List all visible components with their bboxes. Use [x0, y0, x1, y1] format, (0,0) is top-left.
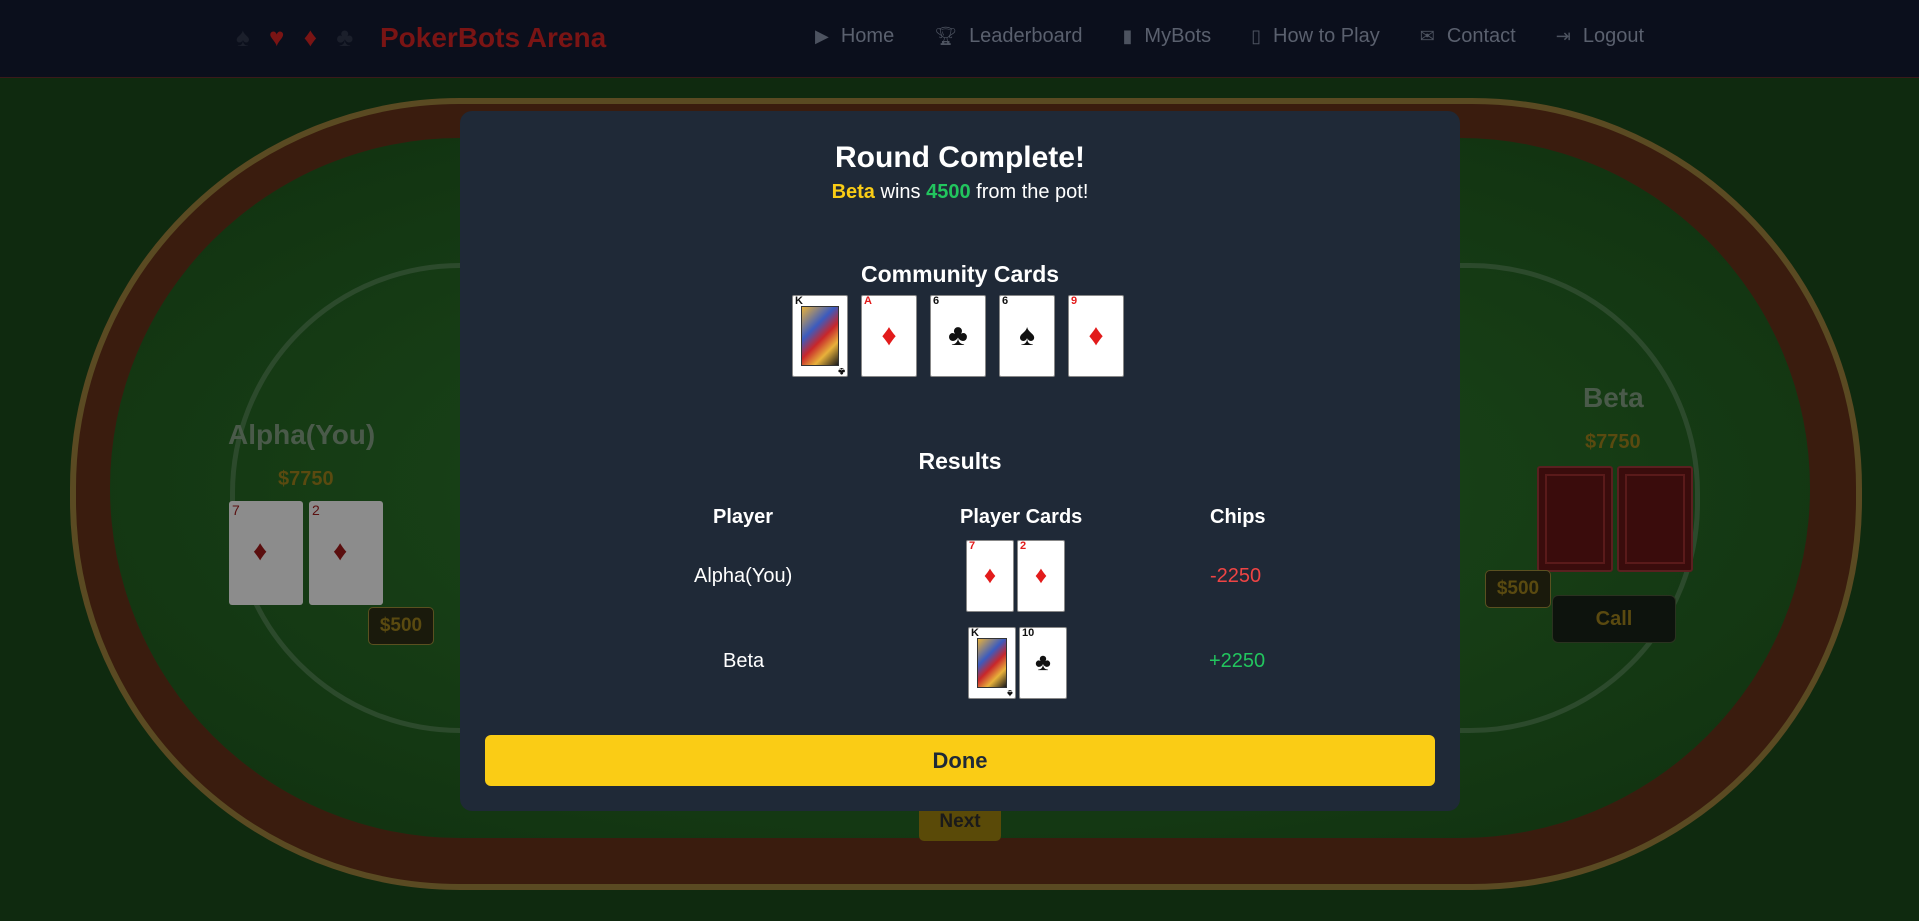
heart-icon: ♥ [269, 22, 291, 52]
club-icon: ♣ [837, 365, 845, 377]
player-card: 2 ♦ [1017, 540, 1065, 612]
left-player-name: Alpha(You) [228, 419, 376, 450]
player-card: K ♠ [968, 627, 1016, 699]
club-icon: ♣ [336, 22, 360, 52]
right-player-bet: $500 [1485, 570, 1551, 608]
left-player-card-1: 7 ♦ [229, 501, 303, 605]
spade-icon: ♠ [236, 22, 256, 52]
header-player: Player [713, 506, 774, 528]
diamond-icon: ♦ [253, 535, 268, 566]
right-player-card-back-1 [1537, 466, 1613, 572]
club-icon: ♣ [1035, 649, 1051, 676]
round-complete-modal: Round Complete! Beta wins 4500 from the … [460, 111, 1460, 811]
envelope-icon: ✉ [1419, 26, 1435, 46]
pot-amount: 4500 [926, 181, 971, 203]
call-button[interactable]: Call [1552, 595, 1676, 643]
nav-contact[interactable]: ✉ Contact [1420, 25, 1516, 48]
book-icon: ▯ [1251, 26, 1261, 46]
card-rank: 6 [933, 295, 940, 307]
navbar: ♠ ♥ ♦ ♣ PokerBots Arena ▶ Home 🏆︎ Leader… [0, 0, 1919, 78]
player-card: 7 ♦ [966, 540, 1014, 612]
left-player-chips: $7750 [278, 468, 334, 490]
play-icon: ▶ [815, 26, 829, 46]
card-rank: 6 [1002, 295, 1009, 307]
card-rank: 10 [1022, 627, 1035, 639]
diamond-icon: ♦ [333, 535, 348, 566]
left-player-bet: $500 [368, 607, 434, 645]
nav-contact-label: Contact [1446, 25, 1516, 47]
nav-how-to-play-label: How to Play [1273, 25, 1380, 47]
card-rank: 2 [312, 502, 320, 518]
row-2-chips: +2250 [1209, 650, 1266, 672]
row-1-cards: 7 ♦ 2 ♦ [966, 540, 1065, 612]
player-card: 10 ♣ [1019, 627, 1067, 699]
card-rank: A [864, 295, 872, 307]
brand-suits-logo: ♠ ♥ ♦ ♣ [236, 22, 359, 53]
card-rank: 9 [1071, 295, 1078, 307]
community-card-3: 6 ♣ [930, 295, 986, 377]
nav-logout-label: Logout [1582, 25, 1645, 47]
diamond-icon: ♦ [983, 562, 997, 589]
brand-title[interactable]: PokerBots Arena [380, 22, 606, 54]
diamond-icon: ♦ [1034, 562, 1048, 589]
diamond-icon: ♦ [303, 22, 323, 52]
right-player-name: Beta [1583, 382, 1644, 413]
community-card-4: 6 ♠ [999, 295, 1055, 377]
nav-leaderboard[interactable]: 🏆︎ Leaderboard [934, 25, 1082, 48]
diamond-icon: ♦ [1088, 319, 1104, 352]
spade-icon: ♠ [1007, 687, 1013, 699]
header-chips: Chips [1210, 506, 1266, 528]
king-face-art [977, 638, 1007, 688]
nav-home-label: Home [840, 25, 895, 47]
community-cards-title: Community Cards [860, 261, 1060, 287]
pot-suffix: from the pot! [976, 181, 1089, 203]
header-player-cards: Player Cards [960, 506, 1083, 528]
nav-logout[interactable]: ⇥ Logout [1556, 25, 1644, 48]
community-card-5: 9 ♦ [1068, 295, 1124, 377]
nav-mybots-label: MyBots [1144, 25, 1212, 47]
right-player-card-back-2 [1617, 466, 1693, 572]
card-rank: 7 [232, 502, 240, 518]
king-face-art [801, 306, 839, 366]
winner-summary: Beta wins 4500 from the pot! [460, 181, 1460, 204]
modal-title: Round Complete! [835, 141, 1085, 174]
community-cards: K ♣ A ♦ 6 ♣ 6 ♠ 9 ♦ [792, 295, 1124, 377]
wins-text: wins [880, 181, 921, 203]
left-player-card-2: 2 ♦ [309, 501, 383, 605]
trophy-icon: 🏆︎ [934, 26, 958, 46]
row-1-player: Alpha(You) [694, 565, 793, 587]
row-2-cards: K ♠ 10 ♣ [968, 627, 1067, 699]
winner-name: Beta [831, 181, 875, 203]
nav-menu: ▶ Home 🏆︎ Leaderboard ▮ MyBots ▯ How to … [815, 25, 1684, 48]
nav-leaderboard-label: Leaderboard [969, 25, 1083, 47]
community-card-2: A ♦ [861, 295, 917, 377]
nav-how-to-play[interactable]: ▯ How to Play [1251, 25, 1380, 48]
row-1-chips: -2250 [1210, 565, 1262, 587]
card-rank: 7 [969, 540, 976, 552]
nav-mybots[interactable]: ▮ MyBots [1123, 25, 1212, 48]
nav-home[interactable]: ▶ Home [815, 25, 894, 48]
community-card-1: K ♣ [792, 295, 848, 377]
card-rank: 2 [1020, 540, 1027, 552]
diamond-icon: ♦ [881, 319, 897, 352]
right-player-chips: $7750 [1585, 431, 1641, 453]
row-2-player: Beta [723, 650, 765, 672]
done-button[interactable]: Done [485, 735, 1435, 786]
logout-icon: ⇥ [1555, 26, 1571, 46]
results-title: Results [918, 448, 1002, 474]
robot-icon: ▮ [1122, 26, 1133, 46]
club-icon: ♣ [948, 319, 968, 352]
spade-icon: ♠ [1019, 319, 1035, 352]
